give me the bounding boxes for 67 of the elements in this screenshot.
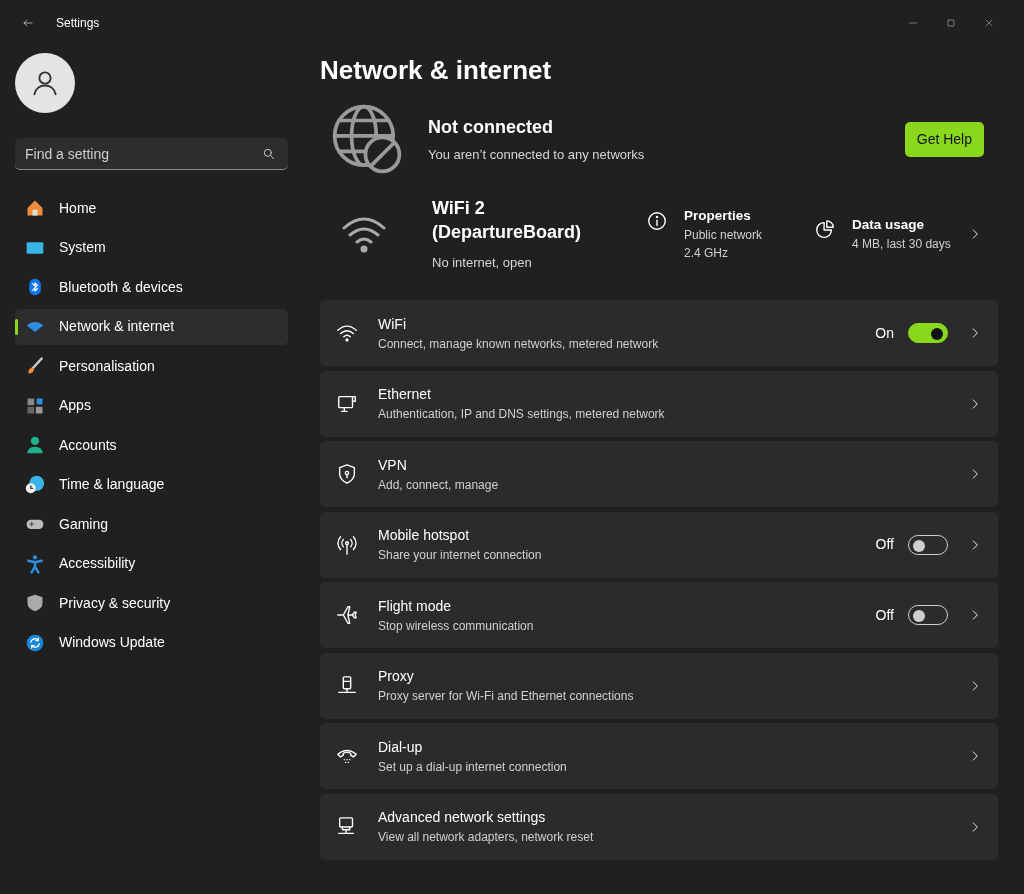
- properties-detail: Public network: [684, 227, 763, 245]
- shield-lock-icon: [336, 463, 358, 486]
- setting-description: Stop wireless communication: [378, 617, 535, 635]
- settings-row[interactable]: WiFi Connect, manage known networks, metered network On: [320, 300, 998, 367]
- get-help-button[interactable]: Get Help: [904, 121, 984, 157]
- toggle-label: Off: [875, 605, 894, 625]
- settings-row[interactable]: Mobile hotspot Share your internet connection Off: [320, 511, 998, 578]
- paintbrush-icon: [25, 356, 45, 376]
- antenna-icon: [336, 533, 358, 556]
- page-title: Network & internet: [320, 55, 553, 87]
- info-icon: [646, 210, 668, 233]
- settings-row[interactable]: Ethernet Authentication, IP and DNS settings, metered network: [320, 370, 998, 437]
- sidebar-item[interactable]: Bluetooth & devices: [15, 269, 288, 305]
- search-field[interactable]: Find a setting: [15, 138, 288, 170]
- setting-title: Flight mode: [378, 596, 453, 616]
- sidebar-item[interactable]: Accessibility: [15, 545, 288, 582]
- setting-title: Advanced network settings: [378, 808, 547, 828]
- accessibility-icon: [25, 553, 45, 574]
- setting-title: WiFi: [378, 314, 407, 334]
- settings-row[interactable]: Dial-up Set up a dial-up internet connection: [320, 723, 998, 790]
- data-usage-title: Data usage: [852, 216, 926, 235]
- setting-description: View all network adapters, network reset: [378, 829, 595, 847]
- settings-row[interactable]: Flight mode Stop wireless communication Off: [320, 582, 998, 649]
- sidebar-item[interactable]: Windows Update: [15, 624, 288, 661]
- setting-description: Set up a dial-up internet connection: [378, 758, 568, 776]
- shield-icon: [25, 593, 45, 613]
- status-title: Not connected: [428, 115, 554, 139]
- sync-icon: [25, 632, 45, 653]
- sidebar-item[interactable]: Privacy & security: [15, 585, 288, 621]
- sidebar-item[interactable]: System: [15, 229, 288, 266]
- sidebar-item[interactable]: Personalisation: [15, 348, 288, 384]
- properties-detail: 2.4 GHz: [684, 245, 729, 263]
- globe-clock-icon: [25, 474, 45, 495]
- sidebar-item[interactable]: Accounts: [15, 427, 288, 463]
- selection-indicator: [15, 318, 18, 335]
- maximize-icon: [945, 16, 957, 29]
- sidebar-item[interactable]: Gaming: [15, 506, 288, 542]
- setting-description: Share your internet connection: [378, 547, 543, 565]
- settings-row[interactable]: Proxy Proxy server for Wi-Fi and Ethernet connections: [320, 652, 998, 719]
- settings-row[interactable]: VPN Add, connect, manage: [320, 441, 998, 508]
- network-status: No internet, open: [432, 253, 533, 272]
- window-title: Settings: [56, 14, 100, 32]
- network-name: WiFi 2 (DepartureBoard): [432, 197, 583, 245]
- setting-title: Proxy: [378, 667, 415, 687]
- setting-title: Ethernet: [378, 385, 432, 405]
- setting-description: Connect, manage known networks, metered network: [378, 335, 660, 353]
- toggle-label: Off: [875, 535, 894, 555]
- toggle-label: On: [875, 323, 894, 343]
- setting-title: Dial-up: [378, 737, 424, 757]
- toggle-switch[interactable]: [908, 323, 948, 344]
- home-icon: [25, 198, 45, 218]
- airplane-icon: [336, 604, 358, 627]
- status-description: You aren’t connected to any networks: [428, 145, 646, 164]
- sidebar-item[interactable]: Apps: [15, 387, 288, 424]
- data-usage-detail: 4 MB, last 30 days: [852, 236, 951, 254]
- sidebar-item[interactable]: Home: [15, 190, 288, 226]
- settings-row[interactable]: Advanced network settings View all network adapters, network reset: [320, 793, 998, 860]
- person-icon: [25, 435, 45, 455]
- setting-description: Authentication, IP and DNS settings, metered network: [378, 406, 666, 424]
- setting-description: Add, connect, manage: [378, 476, 500, 494]
- properties-title: Properties: [684, 207, 752, 226]
- sidebar-item[interactable]: Network & internet: [15, 308, 288, 345]
- setting-title: VPN: [378, 455, 408, 475]
- search-icon: [262, 147, 276, 161]
- setting-description: Proxy server for Wi-Fi and Ethernet connections: [378, 688, 635, 706]
- sidebar-item[interactable]: Time & language: [15, 466, 288, 503]
- setting-title: Mobile hotspot: [378, 526, 471, 546]
